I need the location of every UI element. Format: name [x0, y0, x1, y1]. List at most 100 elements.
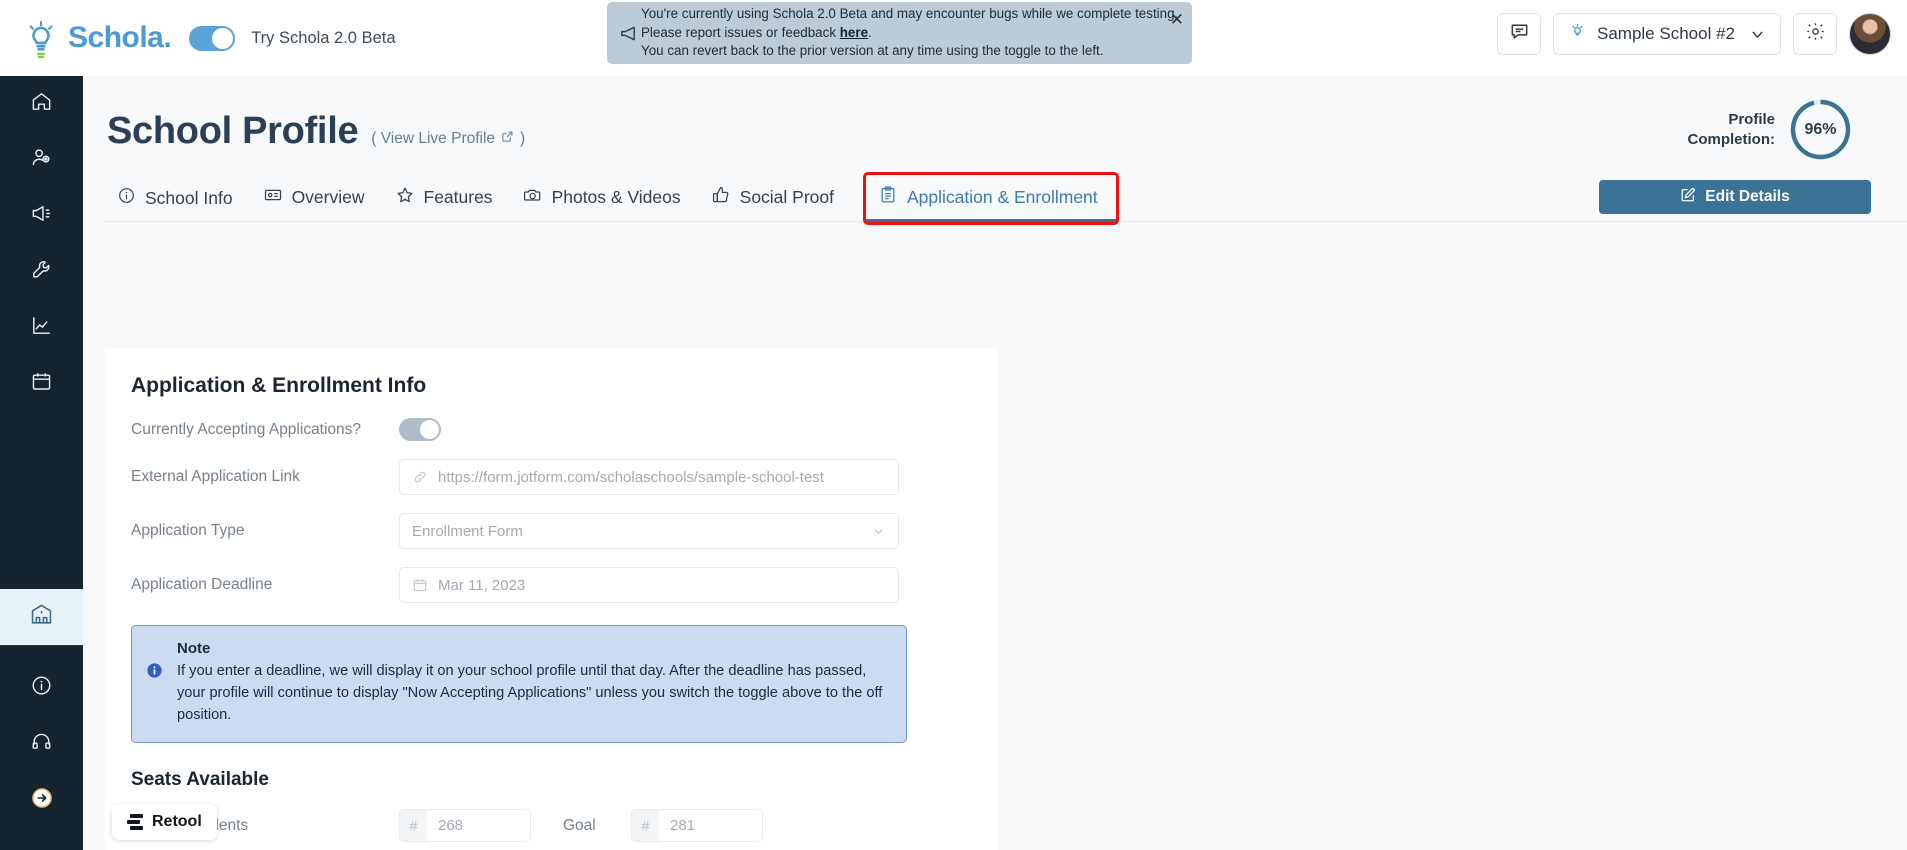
retool-label: Retool — [152, 813, 202, 830]
note-body: Note If you enter a deadline, we will di… — [177, 640, 888, 726]
tab-social-proof[interactable]: Social Proof — [699, 175, 852, 222]
tab-wrap-application-enrollment: Application & Enrollment — [863, 172, 1119, 225]
notice-line-2-prefix: Please report issues or feedback — [641, 24, 840, 40]
sidebar-item-home[interactable] — [0, 76, 83, 132]
view-live-profile-paren: ) — [520, 130, 526, 147]
tab-label: Photos & Videos — [551, 187, 681, 207]
headset-icon — [30, 730, 53, 758]
application-type-row: Application Type Enrollment Form — [131, 513, 963, 549]
section-title: Application & Enrollment Info — [131, 374, 427, 397]
sidebar-item-logout[interactable] — [0, 772, 83, 828]
external-link-row: External Application Link https://form.j… — [131, 459, 963, 495]
tab-features[interactable]: Features — [383, 175, 511, 222]
school-name: Sample School #2 — [1597, 24, 1735, 43]
feedback-link[interactable]: here — [840, 25, 868, 40]
retool-badge[interactable]: Retool — [112, 804, 217, 840]
chart-line-icon — [30, 314, 53, 342]
sidebar-item-support[interactable] — [0, 716, 83, 772]
completion-percent: 96% — [1804, 120, 1837, 138]
gear-icon — [1805, 21, 1826, 47]
goal-label: Goal — [563, 816, 596, 834]
tab-overview[interactable]: Overview — [251, 175, 383, 222]
toggle-knob — [212, 27, 234, 49]
external-link-label: External Application Link — [131, 468, 300, 485]
sidebar-item-leads[interactable] — [0, 132, 83, 188]
megaphone-icon — [615, 24, 641, 43]
arrow-right-circle-icon — [30, 786, 54, 815]
avatar[interactable] — [1849, 13, 1891, 55]
main-content: School Profile ( View Live Profile ) Pro… — [83, 76, 1907, 850]
calendar-icon — [30, 370, 53, 398]
application-deadline-input[interactable]: Mar 11, 2023 — [399, 567, 899, 603]
application-deadline-label: Application Deadline — [131, 576, 273, 593]
lightbulb-icon — [1568, 22, 1587, 46]
application-type-select[interactable]: Enrollment Form — [399, 513, 899, 549]
tab-label: Social Proof — [739, 187, 834, 207]
school-building-icon — [29, 602, 54, 632]
beta-version-toggle[interactable] — [189, 25, 236, 51]
card-inner: Application & Enrollment Info Currently … — [105, 348, 997, 850]
lightbulb-icon — [18, 15, 64, 61]
application-deadline-row: Application Deadline Mar 11, 2023 — [131, 567, 963, 603]
top-bar-right: Sample School #2 — [1497, 13, 1891, 55]
settings-button[interactable] — [1793, 13, 1837, 55]
view-live-profile-link[interactable]: ( View Live Profile ) — [371, 130, 525, 148]
current-students-input[interactable]: # 268 — [399, 809, 531, 842]
sidebar-item-campaigns[interactable] — [0, 188, 83, 244]
toggle-knob — [420, 420, 439, 439]
sidebar-item-school-profile[interactable] — [0, 589, 83, 645]
hash-prefix: # — [400, 810, 427, 841]
note-text: If you enter a deadline, we will display… — [177, 663, 883, 723]
tab-wrap-photos-videos: Photos & Videos — [511, 175, 699, 222]
page-header: School Profile ( View Live Profile ) Pro… — [83, 76, 1907, 214]
notice-line-2: Please report issues or feedback here. — [641, 24, 1178, 43]
info-circle-filled-icon — [146, 662, 163, 684]
current-students-value: 268 — [438, 817, 464, 834]
clipboard-icon — [878, 185, 898, 210]
tab-wrap-school-info: School Info — [105, 176, 251, 222]
sidebar-item-analytics[interactable] — [0, 300, 83, 356]
tab-wrap-features: Features — [383, 175, 511, 222]
chevron-down-icon — [871, 524, 886, 539]
goal-input[interactable]: # 281 — [631, 809, 763, 842]
camera-icon — [523, 185, 543, 210]
application-enrollment-card: Application & Enrollment Info Currently … — [105, 348, 997, 850]
profile-completion-label: Profile Completion: — [1688, 110, 1776, 150]
tab-photos-videos[interactable]: Photos & Videos — [511, 175, 699, 222]
close-icon[interactable]: ✕ — [1170, 11, 1184, 28]
chevron-down-icon — [1749, 26, 1766, 43]
sidebar-item-tools[interactable] — [0, 244, 83, 300]
messages-button[interactable] — [1497, 13, 1541, 55]
tab-label: Overview — [291, 187, 365, 207]
external-application-link-input[interactable]: https://form.jotform.com/scholaschools/s… — [399, 459, 899, 495]
sidebar-item-calendar[interactable] — [0, 356, 83, 412]
link-icon — [412, 469, 428, 485]
tab-label: Features — [423, 187, 493, 207]
goal-value: 281 — [670, 817, 696, 834]
tab-wrap-overview: Overview — [251, 175, 383, 222]
brand-wordmark: Schola. — [68, 21, 172, 54]
beta-notice-text: You're currently using Schola 2.0 Beta a… — [641, 5, 1178, 61]
external-application-link-value: https://form.jotform.com/scholaschools/s… — [438, 468, 824, 486]
wrench-icon — [30, 258, 53, 286]
brand: Schola. — [18, 15, 172, 61]
tab-wrap-social-proof: Social Proof — [699, 175, 852, 222]
accepting-applications-toggle[interactable] — [399, 418, 441, 441]
user-plus-icon — [30, 146, 53, 174]
tab-application-enrollment[interactable]: Application & Enrollment — [866, 175, 1116, 222]
tab-label: School Info — [145, 187, 233, 208]
chat-bubble-icon — [1509, 21, 1530, 47]
thumbs-up-icon — [711, 185, 731, 210]
school-selector[interactable]: Sample School #2 — [1553, 13, 1781, 55]
title-row: School Profile ( View Live Profile ) — [107, 110, 1907, 153]
completion-label-line1: Profile — [1728, 110, 1775, 128]
completion-ring: 96% — [1789, 98, 1852, 161]
notice-line-3: You can revert back to the prior version… — [641, 43, 1104, 59]
sidebar-item-info[interactable] — [0, 660, 83, 716]
seats-available-title: Seats Available — [131, 769, 270, 790]
hash-prefix: # — [632, 810, 659, 841]
notice-line-2-suffix: . — [868, 24, 872, 40]
tab-school-info[interactable]: School Info — [105, 176, 251, 222]
sidebar-divider — [0, 645, 83, 646]
star-icon — [395, 185, 415, 210]
